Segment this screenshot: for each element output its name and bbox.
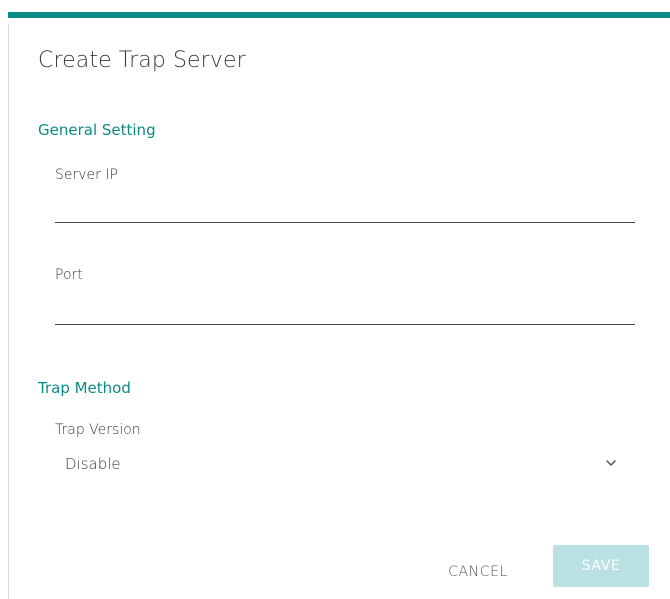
general-setting-heading: General Setting bbox=[38, 121, 156, 139]
create-trap-server-dialog: Create Trap Server General Setting Serve… bbox=[8, 12, 670, 599]
dialog-left-border bbox=[8, 24, 9, 599]
chevron-down-icon bbox=[606, 460, 616, 466]
port-input[interactable] bbox=[55, 297, 635, 325]
save-button[interactable]: SAVE bbox=[553, 545, 649, 587]
dialog-title: Create Trap Server bbox=[38, 48, 246, 73]
trap-version-selected-value: Disable bbox=[65, 455, 121, 473]
trap-version-label: Trap Version bbox=[55, 422, 141, 438]
server-ip-input[interactable] bbox=[55, 195, 635, 223]
server-ip-label: Server IP bbox=[55, 167, 118, 183]
trap-version-select[interactable]: Disable bbox=[55, 451, 625, 477]
cancel-button[interactable]: CANCEL bbox=[430, 552, 526, 592]
trap-method-heading: Trap Method bbox=[38, 379, 131, 397]
port-label: Port bbox=[55, 267, 83, 283]
